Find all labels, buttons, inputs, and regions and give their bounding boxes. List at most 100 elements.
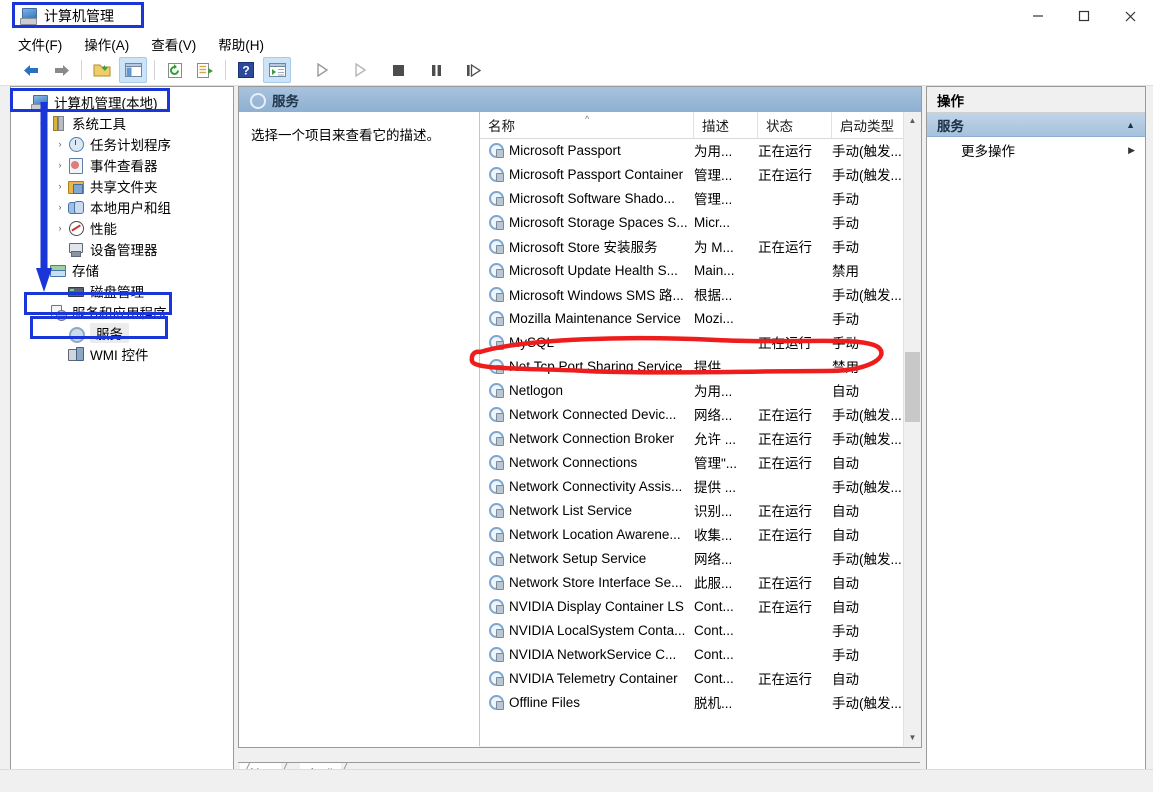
table-row[interactable]: Network List Service 识别... 正在运行 自动: [480, 498, 921, 522]
column-header-desc[interactable]: 描述: [694, 112, 758, 138]
pause-service-icon[interactable]: [423, 58, 449, 82]
table-row[interactable]: Microsoft Passport Container 管理... 正在运行 手动(…: [480, 162, 921, 186]
column-header-name[interactable]: 名称 ^: [480, 112, 694, 138]
main-content-area: 计算机管理(本地) ⌄ 系统工具 › 任务计划程序 › 事件查看器 › 共享文件夹 › 本地用户和组…: [0, 86, 1153, 792]
tree-storage[interactable]: ⌄ 存储: [11, 259, 233, 280]
scroll-down-icon[interactable]: ▼: [904, 729, 921, 746]
menu-help[interactable]: 帮助(H): [218, 34, 264, 54]
help-icon[interactable]: ?: [233, 58, 259, 82]
tree-twisty-icon[interactable]: ⌄: [35, 306, 49, 317]
table-row[interactable]: Network Location Awarene... 收集... 正在运行 自动: [480, 522, 921, 546]
table-row[interactable]: Network Setup Service 网络... 手动(触发...: [480, 546, 921, 570]
cell-description: 网络...: [694, 552, 733, 567]
vertical-scroll-thumb[interactable]: [905, 352, 920, 422]
table-row[interactable]: Network Connections 管理"... 正在运行 自动: [480, 450, 921, 474]
table-row[interactable]: NVIDIA Display Container LS Cont... 正在运行 自动: [480, 594, 921, 618]
refresh-icon[interactable]: [162, 58, 188, 82]
tree-item-label: 共享文件夹: [90, 179, 158, 195]
tree-twisty-icon[interactable]: ›: [53, 181, 67, 191]
table-row[interactable]: NVIDIA Telemetry Container Cont... 正在运行 自动: [480, 666, 921, 690]
cell-description: 此服...: [694, 576, 733, 591]
table-row[interactable]: Network Store Interface Se... 此服... 正在运行 自动: [480, 570, 921, 594]
table-row[interactable]: Offline Files 脱机... 手动(触发...: [480, 690, 921, 714]
cell-description: 网络...: [694, 408, 733, 423]
cell-status: [758, 690, 830, 714]
cell-name: Microsoft Storage Spaces S...: [488, 210, 688, 234]
tree-device-manager[interactable]: 设备管理器: [11, 238, 233, 259]
tree-twisty-icon[interactable]: ⌄: [35, 264, 49, 275]
cell-name-label: Netlogon: [509, 382, 564, 398]
resume-service-icon[interactable]: [347, 58, 373, 82]
toolbar-separator-2: [154, 60, 155, 80]
tree-local-users-and-groups[interactable]: › 本地用户和组: [11, 196, 233, 217]
tree-computer-management-local[interactable]: 计算机管理(本地): [11, 91, 233, 112]
scroll-right-icon[interactable]: ›: [904, 746, 921, 747]
show-hide-console-tree-icon[interactable]: [119, 57, 147, 83]
tree-services-and-applications[interactable]: ⌄ 服务和应用程序: [11, 301, 233, 322]
chevron-up-icon[interactable]: ▲: [1126, 120, 1135, 130]
cell-description: Cont...: [694, 598, 734, 614]
restart-service-icon[interactable]: [461, 58, 487, 82]
table-row[interactable]: Microsoft Windows SMS 路... 根据... 手动(触发...: [480, 282, 921, 306]
console-tree-pane[interactable]: 计算机管理(本地) ⌄ 系统工具 › 任务计划程序 › 事件查看器 › 共享文件夹 › 本地用户和组…: [10, 86, 234, 776]
column-header-stat[interactable]: 状态: [758, 112, 832, 138]
tree-twisty-icon[interactable]: ›: [53, 160, 67, 170]
tree-disk-management[interactable]: 磁盘管理: [11, 280, 233, 301]
table-row[interactable]: Netlogon 为用... 自动: [480, 378, 921, 402]
export-list-icon[interactable]: [192, 58, 218, 82]
services-list-vertical-scrollbar[interactable]: ▲ ▼: [903, 112, 921, 746]
cell-description: Mozi...: [694, 310, 734, 326]
window-controls: [1015, 0, 1153, 32]
cell-name-label: Network Connectivity Assis...: [509, 478, 683, 494]
action-more-actions[interactable]: 更多操作 ▶: [927, 137, 1145, 163]
chevron-right-icon[interactable]: ▶: [1128, 145, 1135, 156]
table-row-mysql[interactable]: MySQL 正在运行 手动: [480, 330, 921, 354]
tree-twisty-icon[interactable]: ›: [53, 223, 67, 233]
table-row[interactable]: Net.Tcp Port Sharing Service 提供... 禁用: [480, 354, 921, 378]
table-row[interactable]: Network Connectivity Assis... 提供 ... 手动(触发…: [480, 474, 921, 498]
table-row[interactable]: Microsoft Store 安装服务为 M... 正在运行 手动: [480, 234, 921, 258]
forward-arrow-icon[interactable]: [48, 58, 74, 82]
maximize-button[interactable]: [1061, 0, 1107, 32]
tree-twisty-icon[interactable]: ›: [53, 139, 67, 149]
shared-folders-icon: [67, 178, 85, 194]
service-gear-icon: [488, 503, 504, 518]
services-list-horizontal-scrollbar[interactable]: ‹ ›: [479, 746, 921, 748]
show-action-pane-icon[interactable]: [263, 57, 291, 83]
table-row[interactable]: Microsoft Passport 为用... 正在运行 手动(触发...: [480, 138, 921, 162]
minimize-button[interactable]: [1015, 0, 1061, 32]
menu-view[interactable]: 查看(V): [151, 34, 196, 54]
tree-twisty-icon[interactable]: ›: [53, 202, 67, 212]
tree-task-scheduler[interactable]: › 任务计划程序: [11, 133, 233, 154]
table-row[interactable]: NVIDIA LocalSystem Conta... Cont... 手动: [480, 618, 921, 642]
close-button[interactable]: [1107, 0, 1153, 32]
table-row[interactable]: Mozilla Maintenance Service Mozi... 手动: [480, 306, 921, 330]
start-service-icon[interactable]: [309, 58, 335, 82]
cell-name: Microsoft Passport: [488, 138, 688, 162]
tree-twisty-icon[interactable]: ⌄: [35, 117, 49, 128]
tree-system-tools[interactable]: ⌄ 系统工具: [11, 112, 233, 133]
table-row[interactable]: Microsoft Software Shado... 管理... 手动: [480, 186, 921, 210]
scroll-up-icon[interactable]: ▲: [904, 112, 921, 129]
table-row[interactable]: Network Connection Broker 允许 ... 正在运行 手动(触发…: [480, 426, 921, 450]
back-arrow-icon[interactable]: [18, 58, 44, 82]
table-row[interactable]: Network Connected Devic... 网络... 正在运行 手动(触发…: [480, 402, 921, 426]
tree-performance[interactable]: › 性能: [11, 217, 233, 238]
actions-group-services[interactable]: 服务 ▲: [927, 113, 1145, 137]
menu-file[interactable]: 文件(F): [18, 34, 62, 54]
tree-item-label: 设备管理器: [90, 242, 158, 258]
services-list[interactable]: 名称 ^ 描述 状态 启动类型 Microsoft Passport 为用... 正在运行手…: [479, 112, 921, 746]
menu-action[interactable]: 操作(A): [84, 34, 129, 54]
cell-name: Network Location Awarene...: [488, 522, 688, 546]
table-row[interactable]: NVIDIA NetworkService C... Cont... 手动: [480, 642, 921, 666]
tree-shared-folders[interactable]: › 共享文件夹: [11, 175, 233, 196]
tree-event-viewer[interactable]: › 事件查看器: [11, 154, 233, 175]
tree-services[interactable]: 服务: [11, 322, 233, 343]
table-row[interactable]: Microsoft Storage Spaces S... Micr... 手动: [480, 210, 921, 234]
table-row[interactable]: Microsoft Update Health S... Main... 禁用: [480, 258, 921, 282]
stop-service-icon[interactable]: [385, 58, 411, 82]
horizontal-scroll-thumb[interactable]: [497, 747, 825, 748]
scroll-left-icon[interactable]: ‹: [479, 746, 496, 747]
up-folder-icon[interactable]: [89, 58, 115, 82]
tree-wmi-control[interactable]: WMI 控件: [11, 343, 233, 364]
